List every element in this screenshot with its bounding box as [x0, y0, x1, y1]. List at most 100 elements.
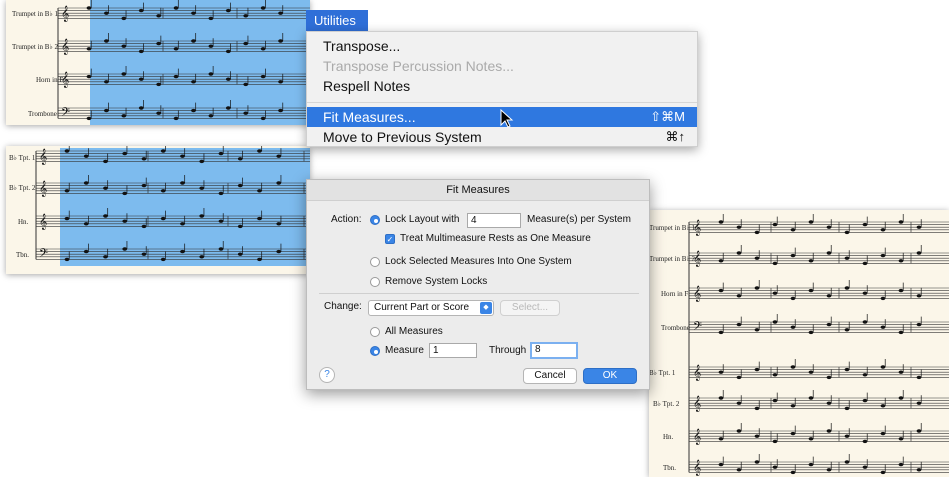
note-head [208, 44, 214, 48]
menu-item-transpose[interactable]: Transpose... [307, 36, 697, 56]
note-head [64, 189, 70, 193]
clef-icon: 𝄞 [693, 429, 701, 445]
note-head [898, 396, 904, 400]
clef-icon: 𝄞 [693, 460, 701, 476]
note-head [808, 330, 814, 335]
note-head [916, 375, 922, 380]
note-head [237, 183, 243, 188]
clef-icon: 𝄞 [39, 181, 47, 197]
note-head [103, 214, 108, 218]
note-head [160, 216, 166, 221]
note-head [180, 249, 185, 254]
treat-multimeasure-label: Treat Multimeasure Rests as One Measure [400, 233, 591, 244]
note-head [826, 251, 832, 255]
note-head [808, 288, 814, 293]
note-head [808, 437, 814, 441]
note-head [218, 219, 224, 223]
note-head [898, 330, 904, 335]
note-head [754, 230, 760, 235]
clef-icon: 𝄞 [693, 396, 701, 412]
menu-shortcut: ⌘↑ [665, 129, 686, 144]
fit-measures-dialog: Fit Measures Action: Lock Layout with 4 … [306, 179, 650, 390]
note-head [898, 437, 904, 441]
note-head [898, 370, 904, 374]
clef-icon: 𝄞 [39, 149, 47, 165]
measure-to-field[interactable]: 8 [530, 342, 578, 359]
dialog-title: Fit Measures [307, 180, 649, 201]
clef-icon: 𝄞 [693, 365, 701, 381]
note-head [754, 328, 760, 332]
note-head [880, 228, 886, 232]
note-head [141, 183, 147, 188]
lock-layout-label: Lock Layout with [385, 214, 460, 225]
note-head [122, 191, 128, 196]
menu-item-label: Move to Previous System [323, 129, 482, 145]
instrument-label: Trumpet in B♭ 2 [649, 255, 696, 263]
note-head [208, 16, 214, 21]
change-label: Change: [324, 301, 362, 312]
note-head [736, 468, 742, 472]
note-head [772, 465, 778, 469]
note-head [880, 296, 886, 301]
measures-per-system-field[interactable]: 4 [467, 213, 521, 228]
note-head [826, 294, 832, 298]
note-head [225, 49, 231, 54]
note-head [104, 108, 109, 113]
ok-button[interactable]: OK [583, 368, 637, 384]
note-head [257, 149, 262, 153]
note-head [83, 249, 89, 254]
clef-icon: 𝄞 [61, 39, 69, 55]
clef-icon: 𝄢 [39, 247, 48, 263]
note-head [790, 325, 796, 329]
treat-multimeasure-checkbox[interactable]: ✓ [385, 234, 395, 244]
note-head [180, 222, 185, 226]
note-head [862, 373, 868, 377]
measure-from-field[interactable]: 1 [429, 343, 477, 358]
score-page-left: 𝄞 𝄞 𝄞 𝄢 Trumpet in B♭ 1 Trumpet in B♭ 2 Hor… [6, 0, 310, 125]
measure-range-radio[interactable] [370, 346, 380, 356]
utilities-menu-title[interactable]: Utilities [306, 10, 368, 31]
note-head [880, 404, 886, 408]
lock-layout-radio[interactable] [370, 215, 380, 225]
note-head [260, 116, 266, 121]
instrument-label: Tbn. [663, 464, 677, 472]
cancel-button[interactable]: Cancel [523, 368, 577, 384]
lock-selected-radio[interactable] [370, 257, 380, 267]
all-measures-radio[interactable] [370, 327, 380, 337]
instrument-label: B♭ Tpt. 1 [649, 369, 676, 377]
change-scope-dropdown[interactable]: Current Part or Score ◆ [368, 300, 494, 316]
note-head [772, 439, 778, 444]
clef-icon: 𝄞 [693, 286, 701, 302]
note-head [898, 220, 904, 224]
remove-locks-radio[interactable] [370, 277, 380, 287]
note-head [138, 8, 144, 13]
note-head [257, 189, 262, 193]
note-head [718, 259, 724, 263]
note-head [718, 437, 724, 441]
note-head [808, 370, 814, 374]
note-head [260, 6, 266, 10]
instrument-label: Trombone [28, 110, 57, 118]
note-head [718, 462, 724, 467]
note-head [736, 322, 742, 327]
note-head [718, 396, 724, 400]
note-head [199, 255, 205, 259]
help-button[interactable]: ? [319, 367, 335, 383]
note-head [772, 291, 778, 295]
menu-item-label: Fit Measures... [323, 109, 416, 125]
note-head [898, 288, 904, 293]
note-head [243, 14, 249, 18]
select-button: Select... [500, 300, 560, 316]
note-head [243, 41, 249, 46]
note-head [826, 468, 832, 472]
remove-locks-label: Remove System Locks [385, 276, 488, 287]
chevron-updown-icon: ◆ [480, 302, 492, 314]
note-head [257, 216, 262, 221]
note-head [276, 181, 282, 185]
menu-item-respell-notes[interactable]: Respell Notes [307, 76, 697, 96]
instrument-label: Trumpet in B♭ 2 [12, 43, 59, 51]
note-head [862, 439, 868, 444]
note-head [173, 6, 179, 10]
menu-item-move-previous-system[interactable]: Move to Previous System ⌘↑ [307, 127, 697, 147]
note-head [772, 373, 778, 377]
